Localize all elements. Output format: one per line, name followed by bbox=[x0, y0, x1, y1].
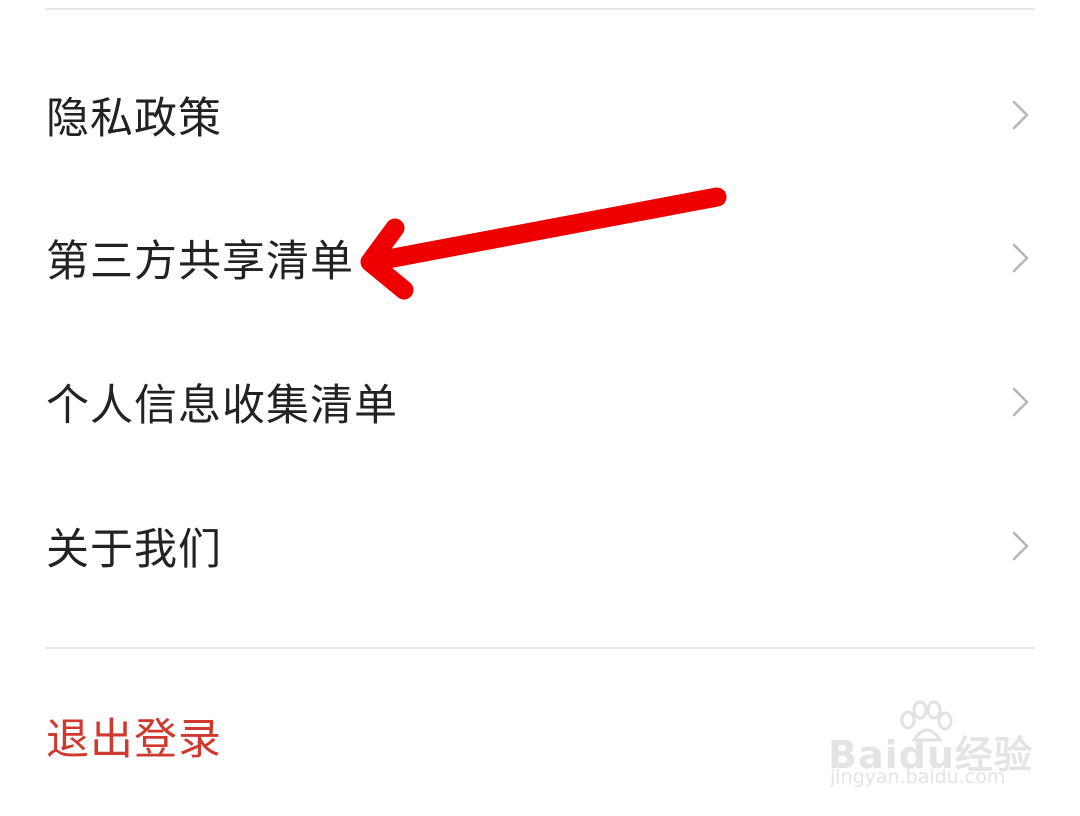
menu-item-about-us[interactable]: 关于我们 bbox=[0, 486, 1080, 606]
menu-item-label: 个人信息收集清单 bbox=[46, 381, 398, 431]
settings-page: 隐私政策 第三方共享清单 个人信息收集清单 关于我们 退出登录 Baidu经验 … bbox=[0, 0, 1080, 816]
menu-item-label: 关于我们 bbox=[46, 525, 222, 575]
menu-item-label: 隐私政策 bbox=[46, 94, 222, 144]
menu-item-third-party-sharing-list[interactable]: 第三方共享清单 bbox=[0, 198, 1080, 318]
bottom-divider bbox=[45, 647, 1035, 649]
menu-item-privacy-policy[interactable]: 隐私政策 bbox=[0, 55, 1080, 175]
chevron-right-icon bbox=[1012, 243, 1029, 273]
menu-item-personal-info-collection-list[interactable]: 个人信息收集清单 bbox=[0, 342, 1080, 462]
watermark-url: jingyan.baidu.com bbox=[830, 766, 1006, 788]
logout-label: 退出登录 bbox=[46, 715, 222, 765]
top-divider bbox=[45, 8, 1035, 10]
baidu-jingyan-watermark: Baidu经验 jingyan.baidu.com bbox=[828, 700, 1032, 796]
chevron-right-icon bbox=[1012, 387, 1029, 417]
chevron-right-icon bbox=[1012, 100, 1029, 130]
chevron-right-icon bbox=[1012, 531, 1029, 561]
menu-item-label: 第三方共享清单 bbox=[46, 237, 354, 287]
